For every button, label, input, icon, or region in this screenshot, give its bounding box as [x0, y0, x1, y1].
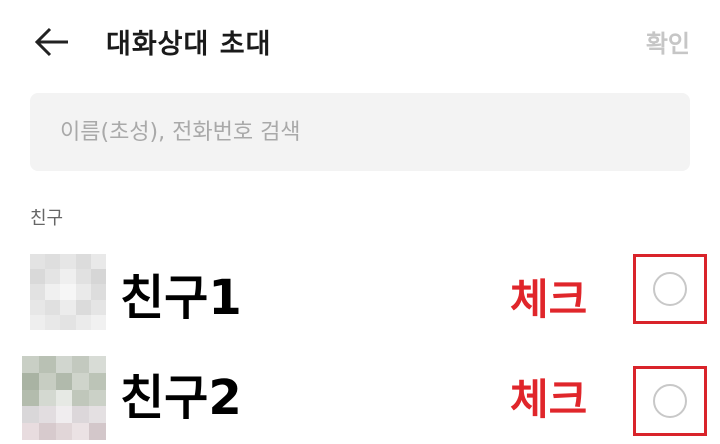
- friend-name: 친구2: [120, 370, 242, 426]
- check-highlight-box: [633, 366, 707, 436]
- header: 대화상대 초대 확인: [0, 0, 720, 84]
- friend-row[interactable]: 친구2 체크: [0, 352, 720, 440]
- search-input[interactable]: [30, 93, 690, 171]
- check-annotation: 체크: [510, 275, 588, 324]
- page-title: 대화상대 초대: [106, 29, 272, 60]
- section-label-friends: 친구: [30, 208, 64, 229]
- avatar: [22, 356, 106, 440]
- confirm-button[interactable]: 확인: [646, 24, 690, 59]
- radio-unchecked-icon[interactable]: [653, 384, 687, 418]
- radio-unchecked-icon[interactable]: [653, 272, 687, 306]
- arrow-left-icon: [34, 27, 68, 57]
- check-annotation: 체크: [510, 375, 588, 424]
- check-highlight-box: [633, 254, 707, 324]
- friend-name: 친구1: [120, 270, 242, 326]
- friend-row[interactable]: 친구1 체크: [0, 252, 720, 338]
- avatar: [30, 254, 106, 330]
- back-button[interactable]: [30, 20, 74, 64]
